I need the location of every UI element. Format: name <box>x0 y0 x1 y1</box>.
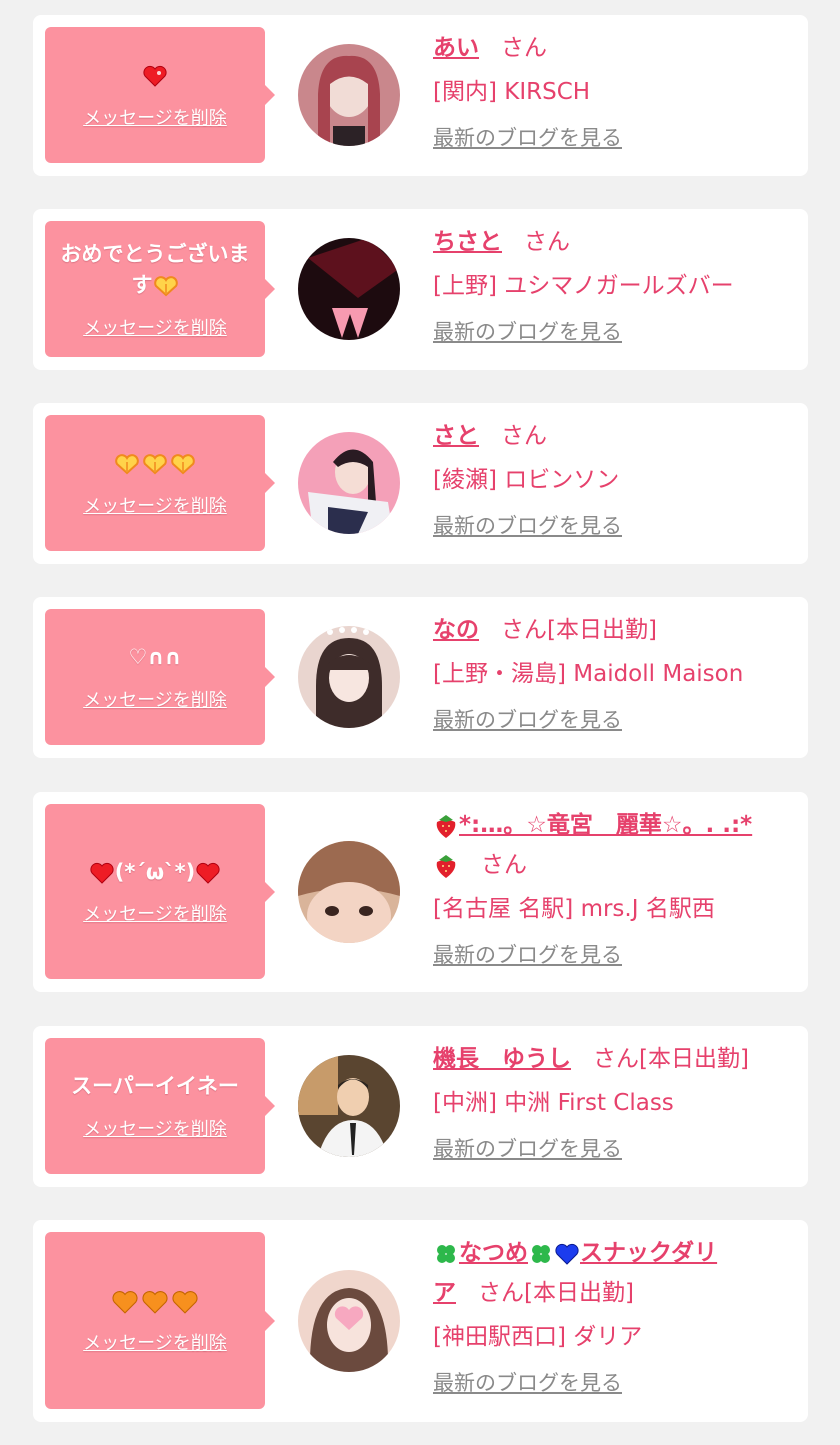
cast-info: なつめ スナックダリ アさん[本日出勤] [神田駅西口] ダリア 最新のブログを見… <box>433 1233 786 1397</box>
message-bubble: ♡∩∩ メッセージを削除 <box>45 609 275 745</box>
message-card: メッセージを削除 あい さん [関内] KIRSCH 最新のブログを見る <box>33 15 808 176</box>
latest-blog-link[interactable]: 最新のブログを見る <box>433 704 622 734</box>
message-text: スーパーイイネー <box>71 1074 239 1099</box>
delete-message-link[interactable]: メッセージを削除 <box>83 1115 227 1141</box>
shop-label: [上野・湯島] Maidoll Maison <box>433 661 744 687</box>
heart-red-icon <box>196 862 220 884</box>
clover-icon <box>437 1244 455 1263</box>
honorific: さん[本日出勤] <box>478 1280 634 1306</box>
cast-name-link[interactable]: なつめ <box>459 1240 528 1266</box>
cast-info: さと さん [綾瀬] ロビンソン 最新のブログを見る <box>433 416 786 540</box>
shop-label: [中洲] 中洲 First Class <box>433 1090 674 1116</box>
clover-icon <box>532 1244 550 1263</box>
cast-name-link[interactable]: 機長 ゆうし <box>433 1046 571 1072</box>
cast-info: ちさと さん [上野] ユシマノガールズバー 最新のブログを見る <box>433 222 786 346</box>
latest-blog-link[interactable]: 最新のブログを見る <box>433 122 622 152</box>
cast-info: なの さん[本日出勤] [上野・湯島] Maidoll Maison 最新のブログ… <box>433 610 786 734</box>
message-bubble: メッセージを削除 <box>45 415 275 551</box>
message-card: スーパーイイネー メッセージを削除 機長 ゆうし さん[本日出勤] [中洲] 中洲… <box>33 1026 808 1187</box>
strawberry-icon <box>436 814 456 838</box>
latest-blog-link[interactable]: 最新のブログを見る <box>433 1367 622 1397</box>
strawberry-icon <box>436 854 456 878</box>
heart-orange-icon <box>112 1290 138 1314</box>
avatar[interactable] <box>298 1270 400 1372</box>
message-text-label: (*´ω`*) <box>114 859 196 884</box>
heart-red-icon <box>90 862 114 884</box>
message-card: メッセージを削除 さと さん [綾瀬] ロビンソン 最新のブログを見る <box>33 403 808 564</box>
honorific: さん[本日出勤] <box>593 1046 749 1072</box>
heart-hands-icon <box>153 276 178 297</box>
message-bubble: スーパーイイネー メッセージを削除 <box>45 1038 275 1174</box>
message-card: (*´ω`*) メッセージを削除 *:…。☆竜宮 麗華☆。. .:* さん [名… <box>33 792 808 992</box>
cast-name-link[interactable]: なの <box>433 617 479 643</box>
delete-message-link[interactable]: メッセージを削除 <box>83 104 227 130</box>
heart-hands-icon <box>143 454 167 475</box>
avatar[interactable] <box>298 432 400 534</box>
message-bubble: おめでとうございます メッセージを削除 <box>45 221 275 357</box>
message-bubble: メッセージを削除 <box>45 27 275 163</box>
honorific: さん <box>481 852 527 878</box>
message-bubble: メッセージを削除 <box>45 1232 275 1409</box>
honorific: さん[本日出勤] <box>501 617 657 643</box>
cast-info: 機長 ゆうし さん[本日出勤] [中洲] 中洲 First Class 最新のブロ… <box>433 1039 786 1163</box>
delete-message-link[interactable]: メッセージを削除 <box>83 900 227 926</box>
avatar[interactable] <box>298 44 400 146</box>
honorific: さん <box>501 35 547 61</box>
shop-label: [関内] KIRSCH <box>433 79 591 105</box>
avatar[interactable] <box>298 1055 400 1157</box>
message-card: おめでとうございます メッセージを削除 ちさと さん [上野] ユシマノガールズバ… <box>33 209 808 370</box>
shop-label: [綾瀬] ロビンソン <box>433 467 620 493</box>
message-text: (*´ω`*) <box>75 857 235 889</box>
honorific: さん <box>501 423 547 449</box>
honorific: さん <box>524 229 570 255</box>
message-list: メッセージを削除 あい さん [関内] KIRSCH 最新のブログを見る おめでと… <box>0 0 840 1445</box>
delete-message-link[interactable]: メッセージを削除 <box>83 492 227 518</box>
shop-label: [神田駅西口] ダリア <box>433 1324 643 1350</box>
heart-hands-icon <box>115 454 139 475</box>
heart-hands-icon <box>171 454 195 475</box>
heart-orange-icon <box>142 1290 168 1314</box>
cast-name-link-cont[interactable]: スナックダリ <box>580 1240 717 1266</box>
cast-name-link-cont[interactable]: ア <box>433 1280 456 1306</box>
cast-name-link[interactable]: さと <box>433 423 479 449</box>
avatar[interactable] <box>298 238 400 340</box>
message-text: おめでとうございます <box>45 239 265 302</box>
latest-blog-link[interactable]: 最新のブログを見る <box>433 939 622 969</box>
delete-message-link[interactable]: メッセージを削除 <box>83 686 227 712</box>
shop-label: [上野] ユシマノガールズバー <box>433 273 734 299</box>
avatar[interactable] <box>298 841 400 943</box>
heart-orange-icon <box>172 1290 198 1314</box>
cast-name-link[interactable]: ちさと <box>433 229 502 255</box>
latest-blog-link[interactable]: 最新のブログを見る <box>433 510 622 540</box>
heart-blue-icon <box>555 1243 579 1265</box>
cast-info: *:…。☆竜宮 麗華☆。. .:* さん [名古屋 名駅] mrs.J 名駅西 … <box>433 805 786 969</box>
message-bubble: (*´ω`*) メッセージを削除 <box>45 804 275 979</box>
shop-label: [名古屋 名駅] mrs.J 名駅西 <box>433 896 715 922</box>
delete-message-link[interactable]: メッセージを削除 <box>83 314 227 340</box>
message-text: ♡∩∩ <box>128 645 182 670</box>
message-card: ♡∩∩ メッセージを削除 なの さん[本日出勤] [上野・湯島] Maidoll … <box>33 597 808 758</box>
latest-blog-link[interactable]: 最新のブログを見る <box>433 1133 622 1163</box>
message-text <box>128 60 182 92</box>
cast-name-link[interactable]: あい <box>433 35 479 61</box>
cast-info: あい さん [関内] KIRSCH 最新のブログを見る <box>433 28 786 152</box>
message-text <box>99 448 211 480</box>
message-card: メッセージを削除 なつめ スナックダリ アさん[本日出勤] [神田駅西口] ダリア… <box>33 1220 808 1422</box>
heart-red-icon <box>143 66 167 87</box>
delete-message-link[interactable]: メッセージを削除 <box>83 1329 227 1355</box>
latest-blog-link[interactable]: 最新のブログを見る <box>433 316 622 346</box>
message-text <box>96 1286 214 1318</box>
cast-name-link[interactable]: *:…。☆竜宮 麗華☆。. .:* <box>459 812 752 838</box>
avatar[interactable] <box>298 626 400 728</box>
